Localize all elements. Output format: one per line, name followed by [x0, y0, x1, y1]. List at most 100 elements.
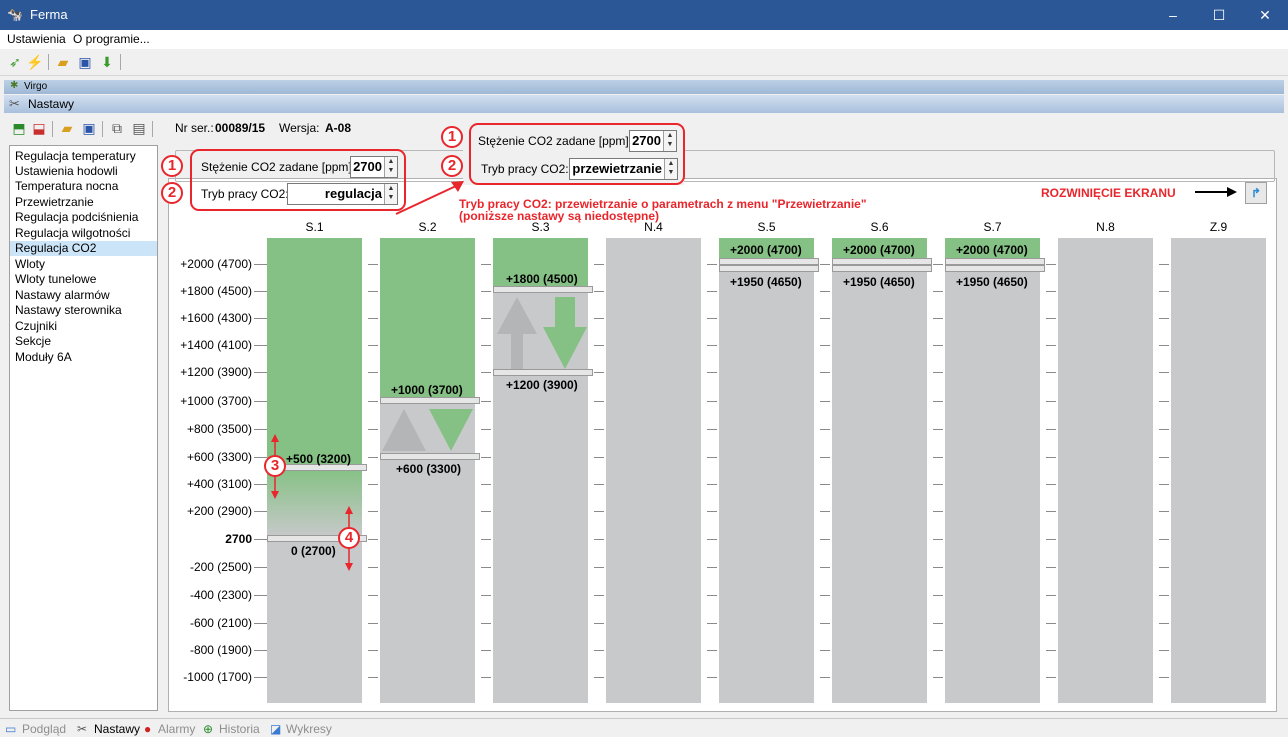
scale-tick: [933, 318, 943, 319]
scale-tick: [481, 429, 491, 430]
scale-tick: [368, 677, 378, 678]
tab-wykresy[interactable]: Wykresy: [286, 722, 332, 736]
scale-tick: [594, 429, 604, 430]
scale-tick: [933, 623, 943, 624]
expand-screen-button[interactable]: ↱: [1245, 182, 1267, 204]
scale-tick: [820, 372, 830, 373]
scale-tick: [594, 511, 604, 512]
scale-tick: [707, 677, 717, 678]
tab-alarmy[interactable]: Alarmy: [158, 722, 195, 736]
scale-tick: [1159, 372, 1169, 373]
scale-tick: [707, 318, 717, 319]
scale-tick: [368, 372, 378, 373]
alarm-icon: ●: [144, 722, 152, 736]
scale-tick: [481, 623, 491, 624]
scale-tick: [368, 511, 378, 512]
scale-tick: [254, 401, 267, 402]
tools-icon: ✂: [77, 722, 88, 736]
scale-tick: [707, 401, 717, 402]
scale-tick: [1046, 291, 1056, 292]
scale-tick: [254, 539, 267, 540]
scale-tick: [594, 595, 604, 596]
scale-tick: [254, 650, 267, 651]
scale-tick: [368, 291, 378, 292]
scale-tick: [254, 677, 267, 678]
scale-tick: [707, 264, 717, 265]
annotation-marker-3: 3: [264, 455, 286, 477]
scale-tick: [1046, 677, 1056, 678]
scale-tick: [1159, 429, 1169, 430]
scale-tick: [368, 264, 378, 265]
scale-tick: [368, 401, 378, 402]
scale-tick: [933, 539, 943, 540]
scale-tick: [1159, 345, 1169, 346]
scale-tick: [933, 677, 943, 678]
scale-tick: [1046, 595, 1056, 596]
scale-tick: [254, 372, 267, 373]
scale-tick: [933, 401, 943, 402]
scale-tick: [1046, 264, 1056, 265]
tab-podglad[interactable]: Podgląd: [22, 722, 66, 736]
scale-tick: [481, 345, 491, 346]
scale-tick: [481, 291, 491, 292]
scale-tick: [933, 650, 943, 651]
scale-tick: [254, 318, 267, 319]
scale-tick: [594, 401, 604, 402]
scale-tick: [820, 291, 830, 292]
scale-tick: [933, 429, 943, 430]
scale-tick: [481, 677, 491, 678]
scale-tick: [1046, 650, 1056, 651]
scale-tick: [368, 539, 378, 540]
scale-tick: [594, 457, 604, 458]
scale-tick: [254, 484, 267, 485]
scale-tick: [707, 372, 717, 373]
scale-tick: [481, 401, 491, 402]
scale-tick: [1159, 484, 1169, 485]
scale-tick: [820, 429, 830, 430]
scale-tick: [707, 429, 717, 430]
scale-tick: [481, 539, 491, 540]
scale-tick: [368, 429, 378, 430]
tab-nastawy[interactable]: Nastawy: [94, 722, 140, 736]
scale-tick: [933, 457, 943, 458]
scale-tick: [594, 623, 604, 624]
scale-tick: [1159, 457, 1169, 458]
scale-tick: [1046, 318, 1056, 319]
scale-tick: [707, 345, 717, 346]
scale-tick: [707, 291, 717, 292]
scale-tick: [1159, 511, 1169, 512]
scale-tick: [254, 511, 267, 512]
scale-tick: [933, 511, 943, 512]
scale-tick: [1159, 401, 1169, 402]
scale-tick: [1046, 372, 1056, 373]
scale-tick: [594, 677, 604, 678]
annotation-marker-4: 4: [338, 527, 360, 549]
scale-tick: [707, 484, 717, 485]
scale-tick: [254, 623, 267, 624]
scale-tick: [481, 318, 491, 319]
scale-tick: [481, 595, 491, 596]
scale-tick: [820, 345, 830, 346]
scale-tick: [594, 264, 604, 265]
bottom-tabs: ▭ Podgląd ✂ Nastawy ● Alarmy ⊕ Historia …: [0, 718, 1288, 737]
scale-tick: [933, 345, 943, 346]
scale-tick: [820, 264, 830, 265]
scale-tick: [481, 457, 491, 458]
scale-tick: [820, 623, 830, 624]
scale-tick: [707, 567, 717, 568]
scale-tick: [1159, 567, 1169, 568]
scale-tick: [707, 623, 717, 624]
scale-tick: [707, 511, 717, 512]
scale-tick: [820, 650, 830, 651]
scale-tick: [368, 484, 378, 485]
scale-tick: [1159, 650, 1169, 651]
scale-tick: [820, 318, 830, 319]
scale-tick: [707, 650, 717, 651]
scale-tick: [594, 318, 604, 319]
scale-tick: [594, 484, 604, 485]
scale-tick: [594, 567, 604, 568]
tab-historia[interactable]: Historia: [219, 722, 260, 736]
scale-tick: [1046, 539, 1056, 540]
scale-tick: [368, 623, 378, 624]
scale-tick: [820, 401, 830, 402]
